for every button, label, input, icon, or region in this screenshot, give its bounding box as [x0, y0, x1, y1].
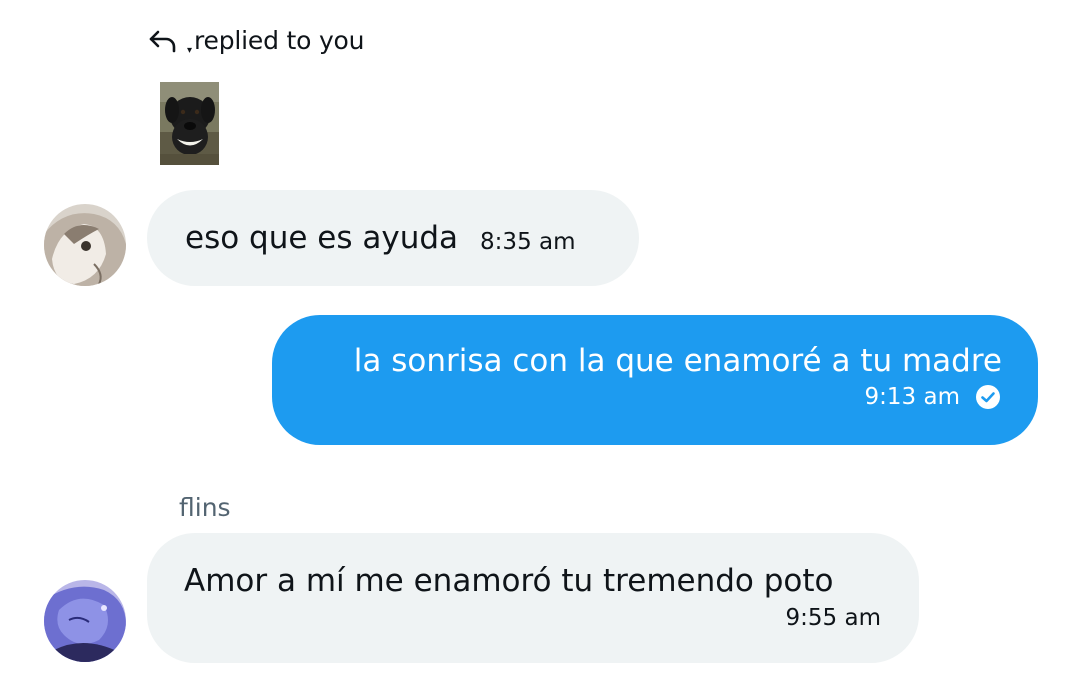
- message-text: la sonrisa con la que enamoré a tu madre: [353, 343, 1002, 379]
- replied-image-thumbnail[interactable]: [160, 82, 219, 165]
- dm-conversation: ▾ replied to you eso que es ayuda 8:35 a…: [0, 0, 1080, 677]
- small-caret-icon: ▾: [187, 45, 193, 56]
- message-text: Amor a mí me enamoró tu tremendo poto: [184, 563, 834, 599]
- message-bubble-incoming[interactable]: eso que es ayuda 8:35 am: [147, 190, 639, 286]
- message-timestamp: 9:55 am: [785, 605, 881, 631]
- message-timestamp: 9:13 am: [864, 384, 960, 410]
- message-bubble-incoming[interactable]: Amor a mí me enamoró tu tremendo poto 9:…: [147, 533, 919, 663]
- message-meta: 9:13 am: [272, 383, 1002, 411]
- message-text: eso que es ayuda: [185, 220, 459, 256]
- reply-arrow-icon: [149, 30, 176, 52]
- message-timestamp: 8:35 am: [480, 229, 576, 255]
- avatar[interactable]: [44, 580, 126, 662]
- message-meta: 9:55 am: [184, 605, 881, 631]
- sender-name: flins: [179, 493, 231, 522]
- reply-header-text: replied to you: [194, 26, 365, 55]
- message-bubble-outgoing[interactable]: la sonrisa con la que enamoré a tu madre…: [272, 315, 1038, 445]
- avatar[interactable]: [44, 204, 126, 286]
- read-check-icon: [976, 385, 1000, 409]
- reply-header: ▾ replied to you: [147, 26, 365, 56]
